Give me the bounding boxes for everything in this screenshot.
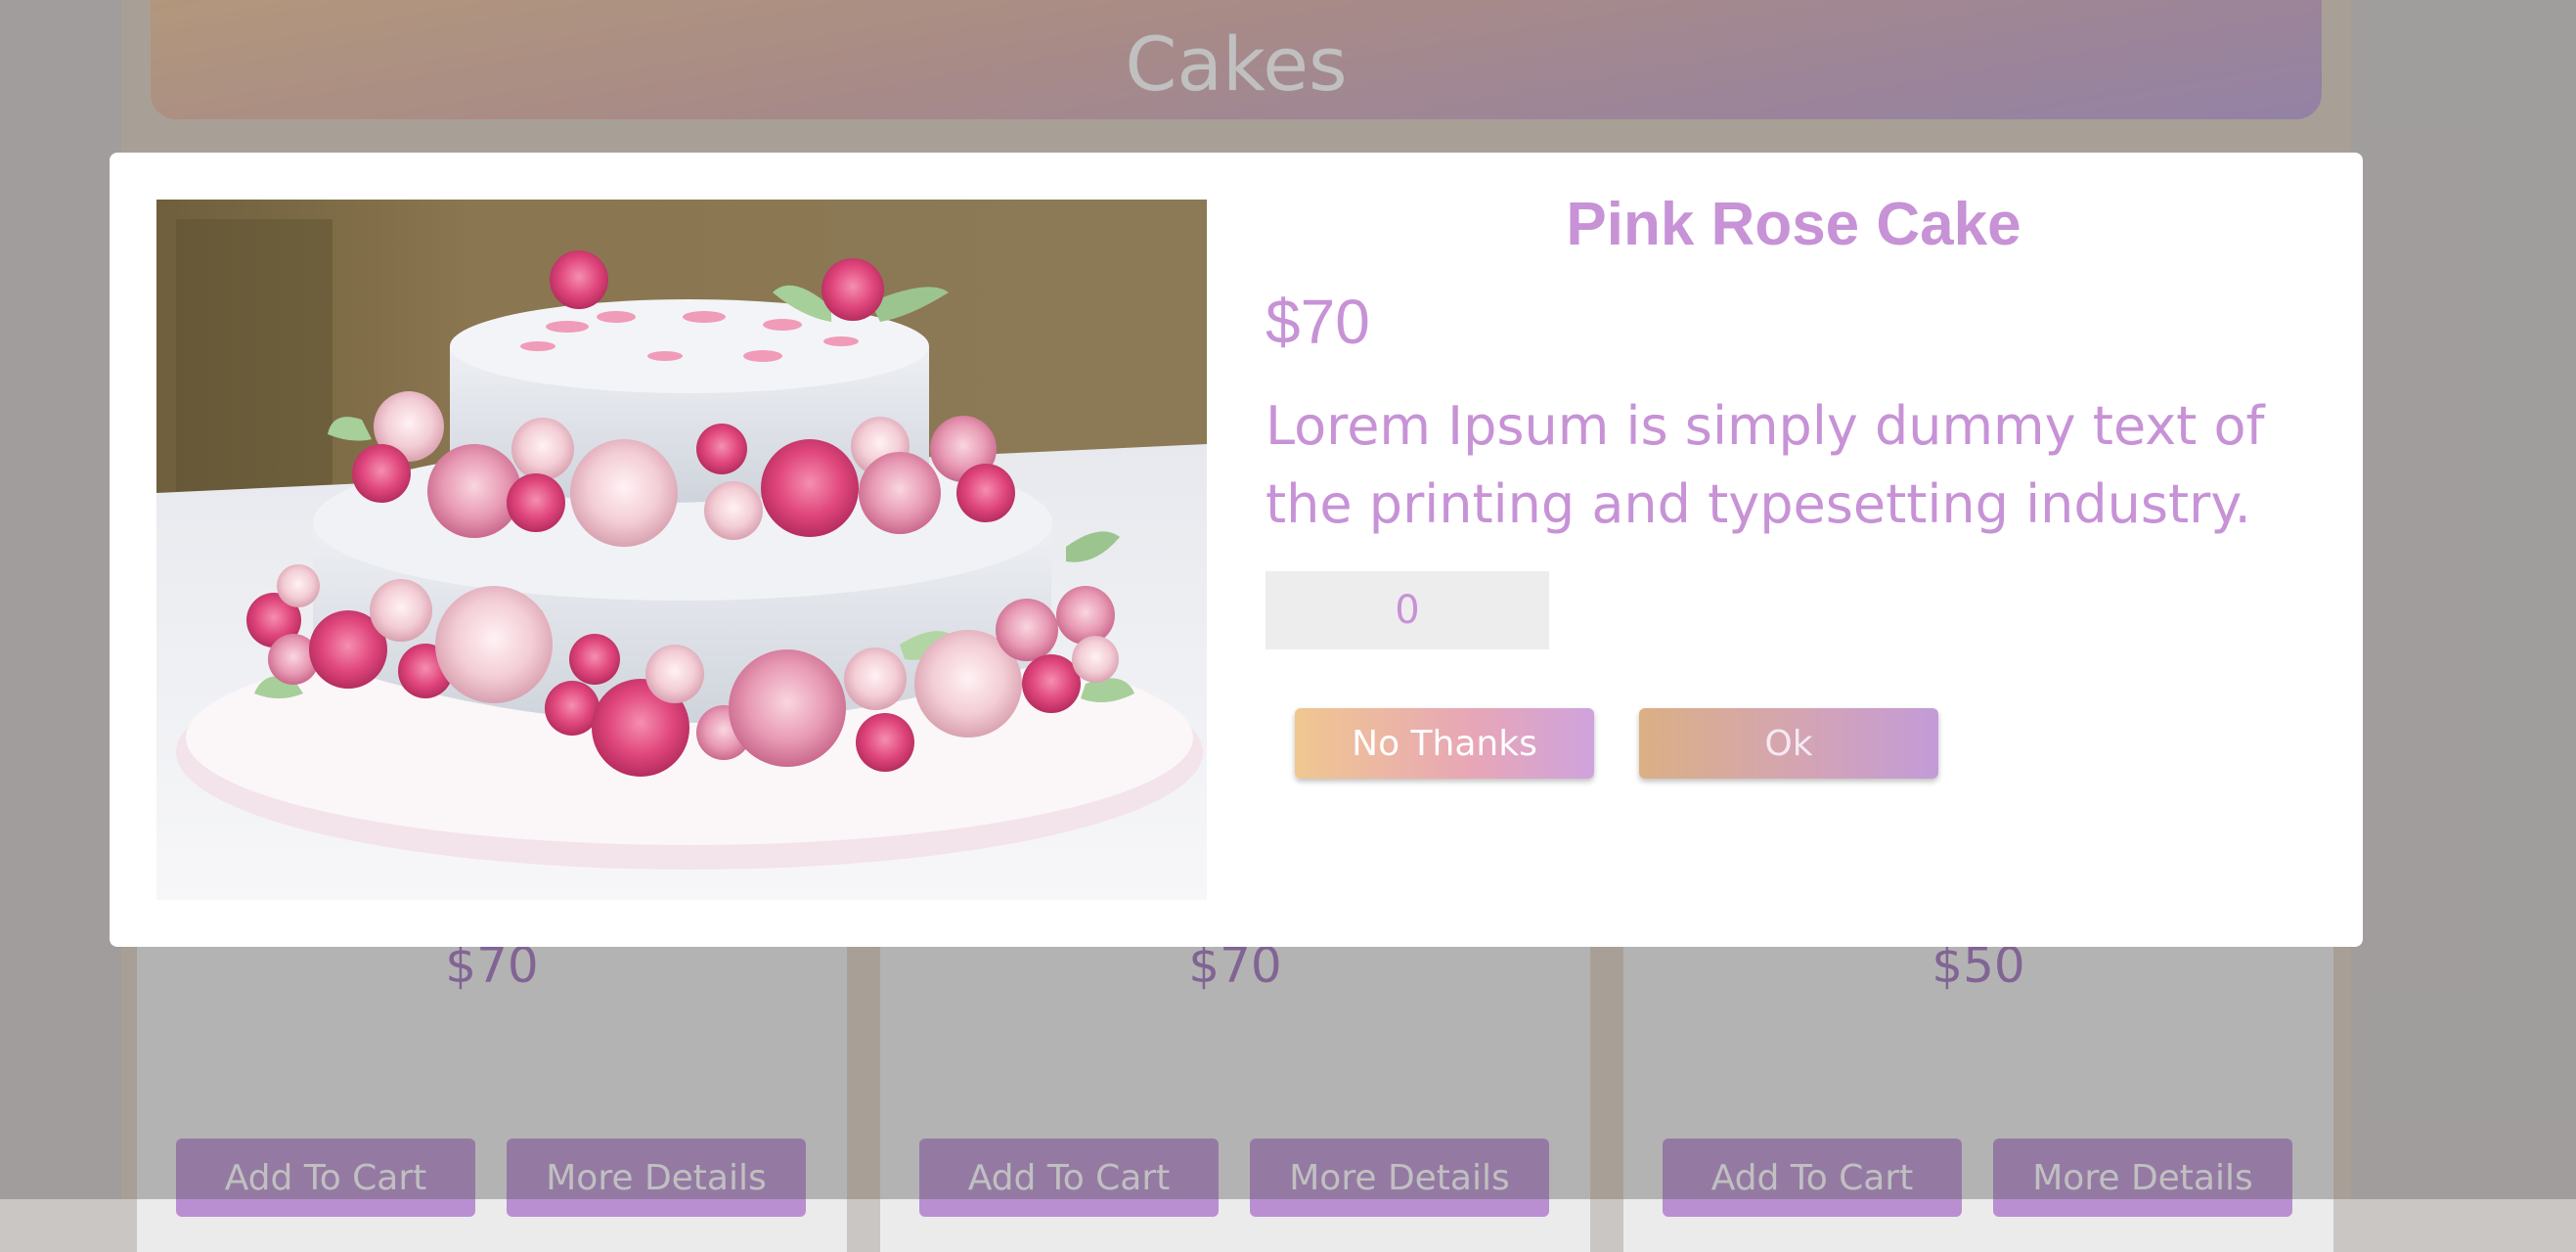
product-price: $70 [1266, 287, 1370, 357]
no-thanks-button[interactable]: No Thanks [1295, 708, 1594, 779]
product-title: Pink Rose Cake [1566, 191, 2021, 258]
cake-image [156, 200, 1207, 900]
quantity-input[interactable] [1266, 571, 1549, 649]
product-description: Lorem Ipsum is simply dummy text of the … [1266, 395, 2265, 535]
product-modal: Pink Rose Cake $70 Lorem Ipsum is simply… [110, 153, 2363, 947]
product-info: Pink Rose Cake $70 Lorem Ipsum is simply… [1266, 153, 2322, 947]
ok-button[interactable]: Ok [1639, 708, 1938, 779]
